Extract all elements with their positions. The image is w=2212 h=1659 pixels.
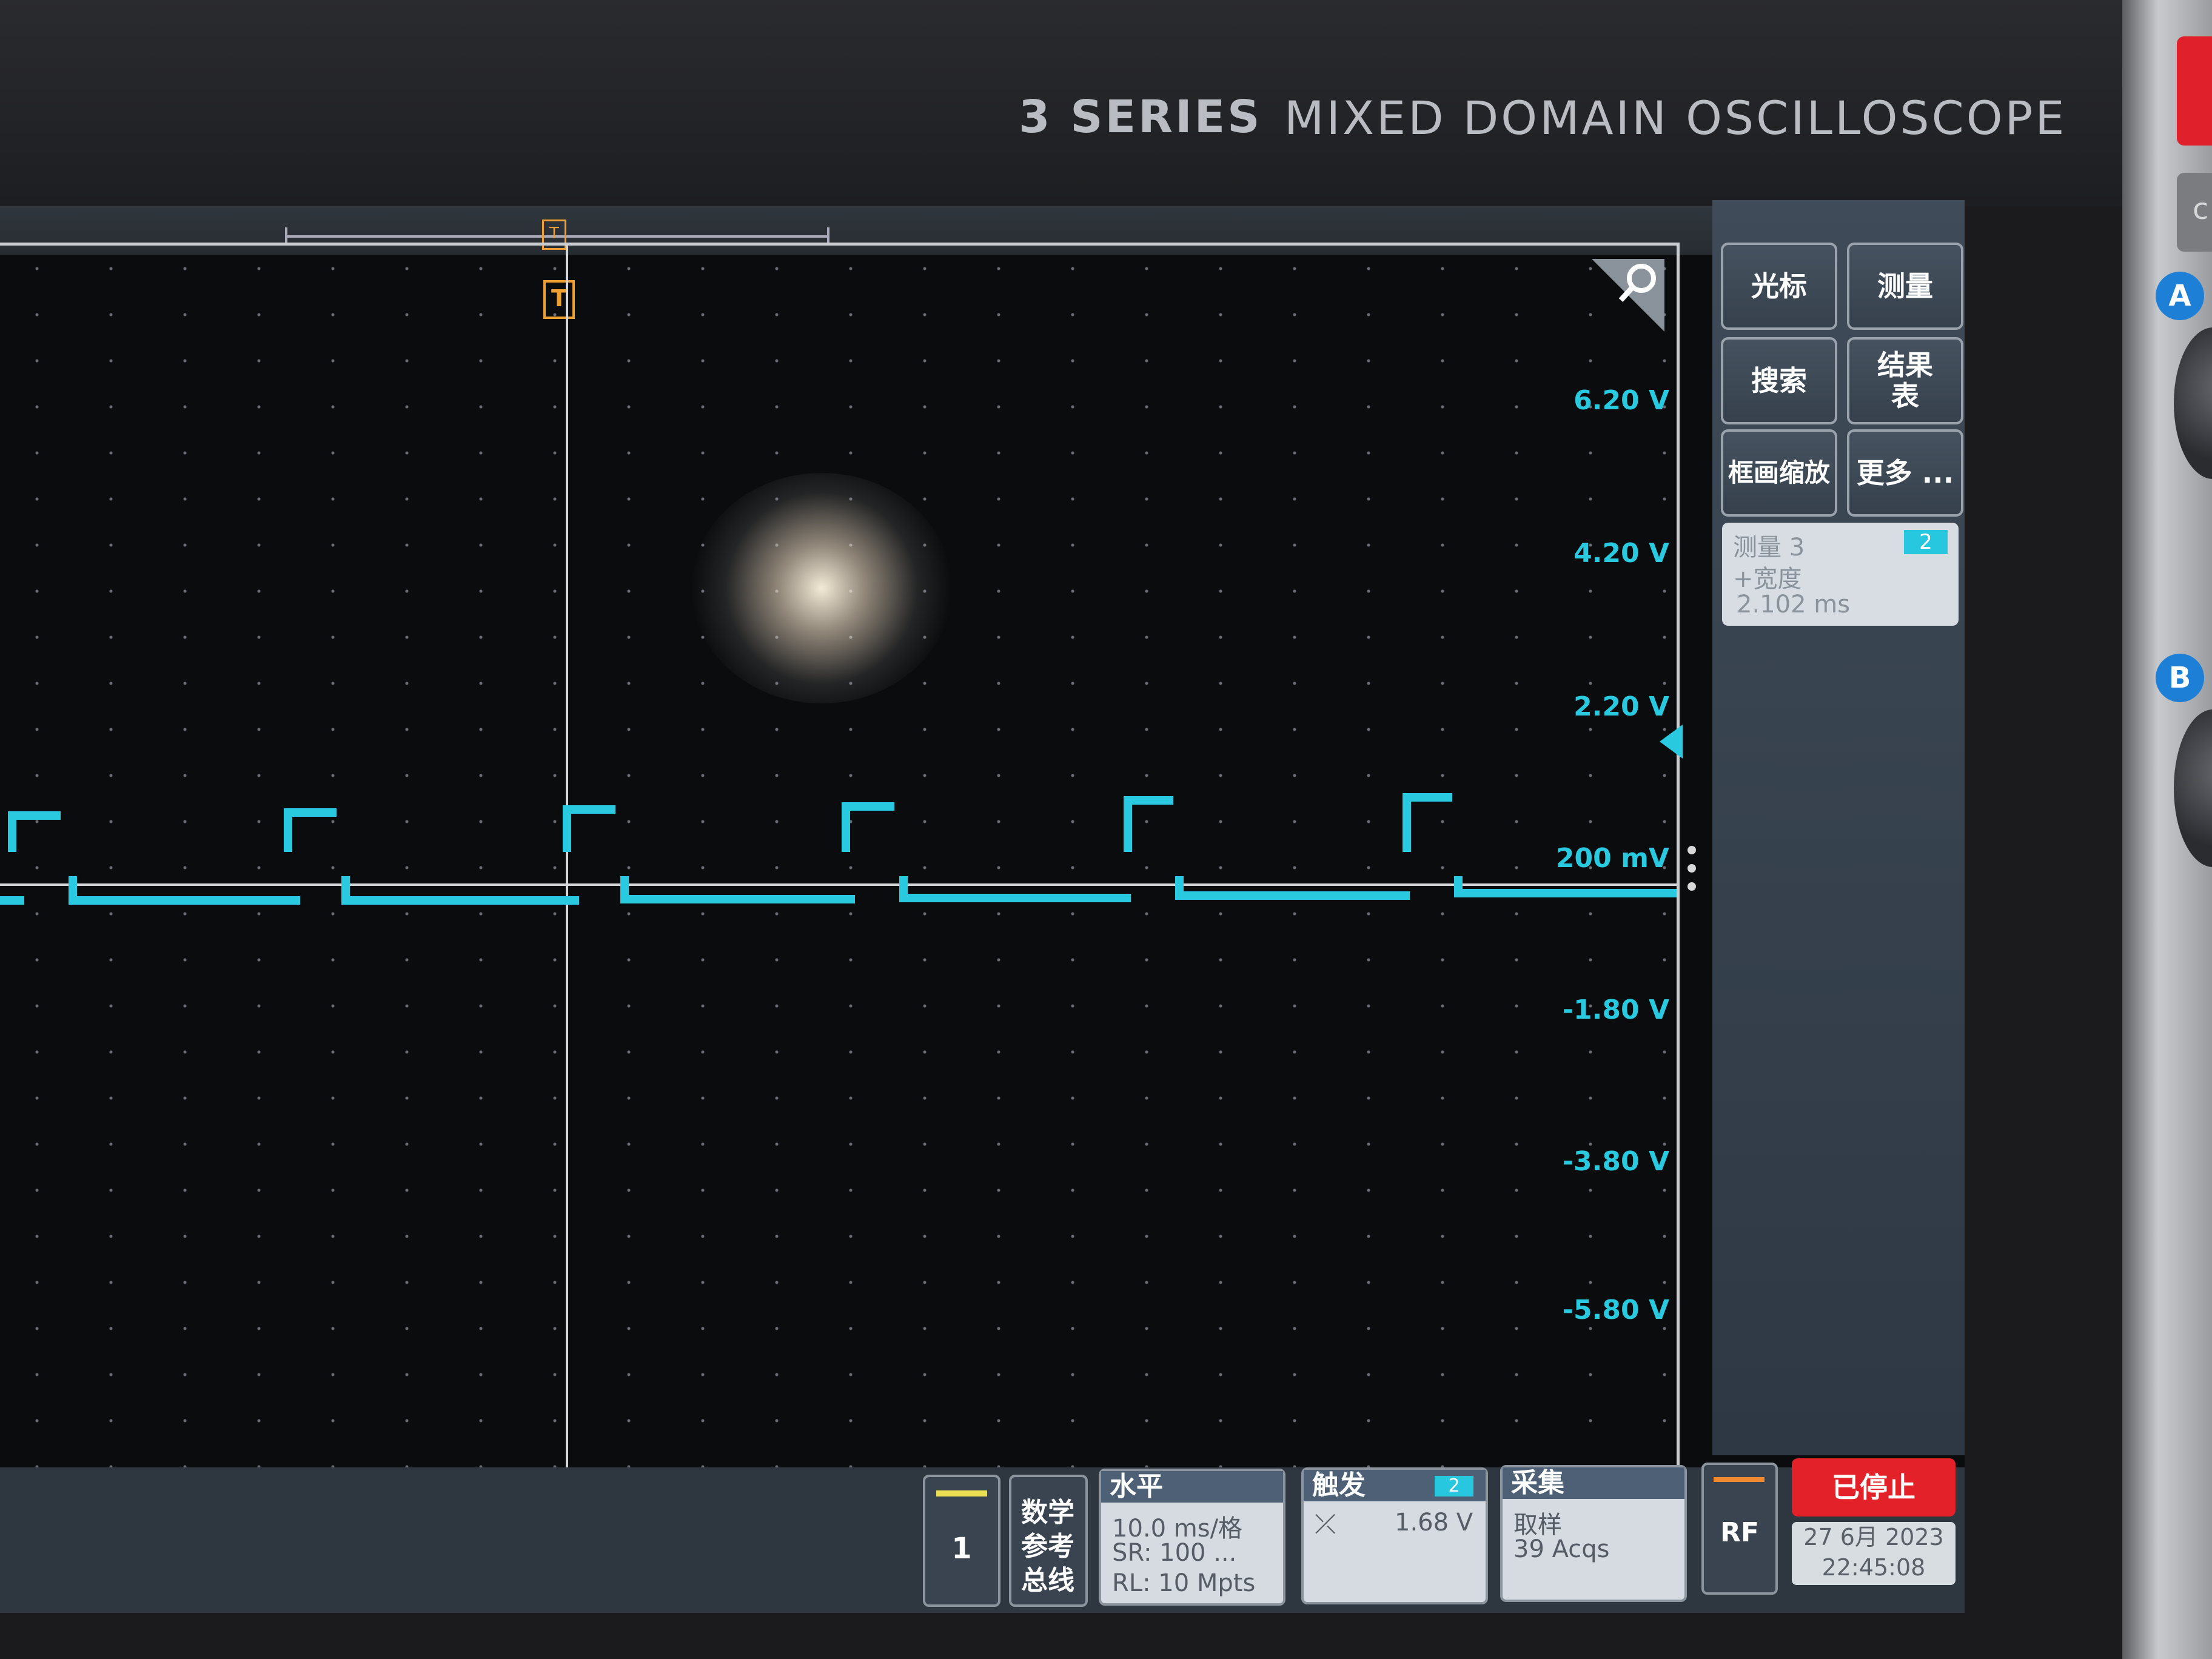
scale-label-neg-1v80: -1.80 V (1562, 994, 1669, 1025)
scale-label-2v20: 2.20 V (1574, 691, 1669, 722)
acquisition-status-stopped[interactable]: 已停止 (1792, 1458, 1956, 1517)
scale-label-200mv: 200 mV (1555, 843, 1669, 874)
cursor-button[interactable]: 光标 (1721, 243, 1837, 330)
measurement-title: 测量 3 (1733, 534, 1805, 561)
bus-label: 总线 (1021, 1565, 1074, 1596)
search-button[interactable]: 搜索 (1721, 337, 1837, 424)
channel-1-color-line (936, 1490, 987, 1496)
rf-button[interactable]: RF (1701, 1463, 1778, 1595)
oscilloscope-bezel: 3 SERIES MIXED DOMAIN OSCILLOSCOPE (0, 0, 2122, 206)
rf-label: RF (1720, 1517, 1759, 1548)
horizontal-settings[interactable]: 水平 10.0 ms/格 SR: 100 ... RL: 10 Mpts (1099, 1469, 1285, 1606)
model-label: MIXED DOMAIN OSCILLOSCOPE (1284, 91, 2067, 145)
channel-1-button[interactable]: 1 (923, 1475, 1000, 1607)
rf-color-line (1714, 1477, 1765, 1482)
button-c-label: c (2193, 192, 2209, 226)
acquisition-title: 采集 (1503, 1467, 1684, 1499)
time-label: 22:45:08 (1822, 1554, 1926, 1581)
scale-label-neg-3v80: -3.80 V (1562, 1146, 1669, 1177)
waveform-graticule[interactable]: 6.20 V 4.20 V 2.20 V 200 mV -1.80 V -3.8… (0, 243, 1683, 1480)
sample-rate: SR: 100 ... (1112, 1539, 1237, 1567)
hardware-button-c[interactable]: c (2177, 173, 2212, 252)
run-stop-button[interactable] (2177, 36, 2212, 146)
horizontal-title: 水平 (1101, 1471, 1283, 1503)
more-button[interactable]: 更多 ... (1847, 429, 1963, 517)
measurement-badge[interactable]: 测量 3 2 +宽度 2.102 ms (1722, 523, 1959, 626)
trigger-settings[interactable]: 触发 2 ⤫ 1.68 V (1301, 1467, 1488, 1604)
measurement-channel: 2 (1904, 530, 1948, 554)
results-line-1: 结果 (1877, 349, 1933, 382)
acquisition-count: 39 Acqs (1513, 1535, 1610, 1563)
math-label: 数学 (1021, 1497, 1074, 1528)
side-panel-handle[interactable] (1687, 846, 1696, 891)
measurement-type: +宽度 (1733, 565, 1802, 593)
measure-button[interactable]: 测量 (1847, 243, 1963, 330)
box-zoom-button[interactable]: 框画缩放 (1721, 429, 1837, 517)
measurement-value: 2.102 ms (1737, 591, 1851, 618)
screen-glare (691, 473, 952, 703)
knob-b-label: B (2156, 654, 2204, 702)
acquisition-settings[interactable]: 采集 取样 39 Acqs (1500, 1465, 1687, 1602)
trigger-level: 1.68 V (1395, 1509, 1473, 1537)
channel-2-ground-marker[interactable] (1660, 725, 1683, 759)
ref-label: 参考 (1021, 1531, 1074, 1562)
series-label: 3 SERIES (1019, 91, 1262, 143)
math-ref-bus-button[interactable]: 数学 参考 总线 (1009, 1475, 1088, 1607)
trigger-channel: 2 (1435, 1476, 1473, 1496)
zoom-icon[interactable] (1592, 253, 1671, 332)
date-time-display: 27 6月 2023 22:45:08 (1792, 1522, 1956, 1585)
results-line-2: 表 (1891, 380, 1919, 412)
scale-label-4v20: 4.20 V (1574, 538, 1669, 569)
knob-a-label: A (2156, 272, 2204, 320)
scale-label-neg-5v80: -5.80 V (1562, 1295, 1669, 1326)
scale-label-6v20: 6.20 V (1574, 385, 1669, 416)
channel-2-trace (0, 793, 1677, 905)
trigger-edge-icon: ⤫ (1315, 1509, 1336, 1540)
record-length: RL: 10 Mpts (1112, 1569, 1256, 1597)
date-label: 27 6月 2023 (1803, 1524, 1944, 1550)
results-table-button[interactable]: 结果 表 (1847, 337, 1963, 424)
channel-1-label: 1 (951, 1532, 972, 1566)
